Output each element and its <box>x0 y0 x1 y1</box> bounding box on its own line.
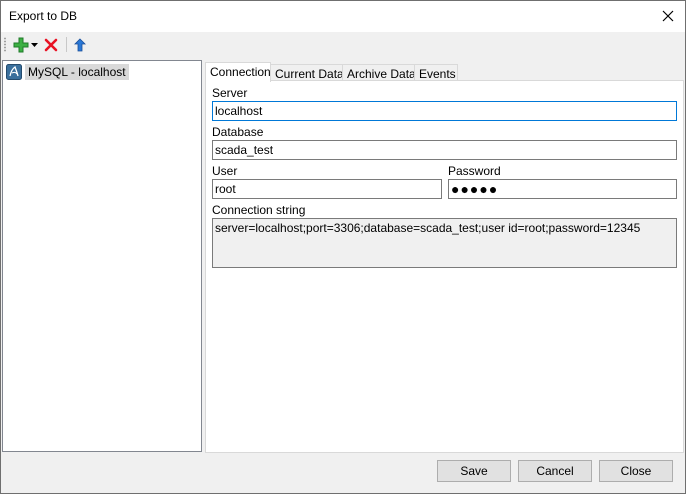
arrow-up-icon <box>74 38 86 52</box>
connection-string-label: Connection string <box>212 203 306 217</box>
connection-string-field[interactable]: server=localhost;port=3306;database=scad… <box>212 218 677 268</box>
save-button[interactable]: Save <box>437 460 511 482</box>
chevron-down-icon <box>30 42 38 47</box>
server-label: Server <box>212 86 248 100</box>
cancel-button[interactable]: Cancel <box>518 460 592 482</box>
password-label: Password <box>448 164 501 178</box>
tree-item-label: MySQL - localhost <box>25 64 129 80</box>
database-input[interactable]: scada_test <box>212 140 677 160</box>
add-icon <box>13 37 28 53</box>
target-tree[interactable]: MySQL - localhost <box>2 60 202 452</box>
toolbar <box>1 32 685 57</box>
close-window-button[interactable] <box>655 3 681 29</box>
connection-tab-page: Server localhost Database scada_test Use… <box>205 80 684 453</box>
server-input[interactable]: localhost <box>212 101 677 121</box>
tree-item-mysql-localhost[interactable]: MySQL - localhost <box>6 63 129 81</box>
close-icon <box>662 10 674 22</box>
mysql-icon <box>6 64 22 80</box>
export-to-db-window: Export to DB MySQL - localhost Connectio… <box>0 0 686 494</box>
toolbar-grip[interactable] <box>4 37 6 52</box>
password-input[interactable]: ●●●●● <box>448 179 677 199</box>
delete-icon <box>44 38 58 52</box>
dialog-footer: Save Cancel Close <box>1 453 685 493</box>
window-title: Export to DB <box>9 9 78 23</box>
user-label: User <box>212 164 238 178</box>
title-bar: Export to DB <box>1 1 685 32</box>
add-dropdown-button[interactable] <box>11 35 39 55</box>
close-button[interactable]: Close <box>599 460 673 482</box>
tab-connection[interactable]: Connection <box>205 62 271 82</box>
user-input[interactable]: root <box>212 179 442 199</box>
toolbar-separator <box>66 37 67 52</box>
move-up-button[interactable] <box>71 35 89 55</box>
delete-button[interactable] <box>42 35 60 55</box>
database-label: Database <box>212 125 264 139</box>
